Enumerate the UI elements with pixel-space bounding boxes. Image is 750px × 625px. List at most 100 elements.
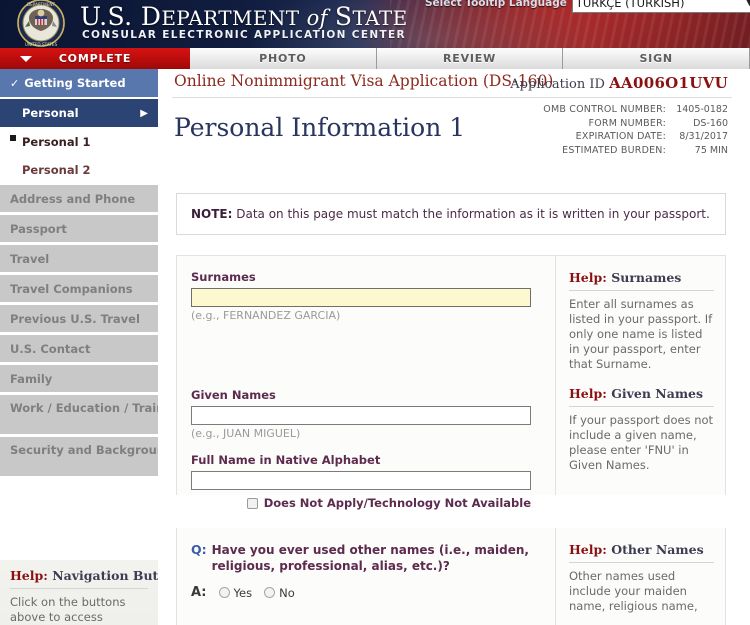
left-navigation-sidebar: ✓ Getting Started Personal ▶ Personal 1 … [0,69,158,625]
omb-control-number-value: 1405-0182 [666,103,728,117]
surnames-label: Surnames [191,270,541,284]
question-marker: Q: [191,542,207,574]
tab-photo[interactable]: PHOTO [190,48,377,69]
other-names-question-panel: Q: Have you ever used other names (i.e.,… [176,528,726,625]
question-row: Q: Have you ever used other names (i.e.,… [191,542,541,574]
sidebar-item-us-contact[interactable]: U.S. Contact [0,335,158,363]
sidebar-item-personal-1[interactable]: Personal 1 [0,129,158,155]
progress-tab-bar: COMPLETE PHOTO REVIEW SIGN [0,48,750,69]
chevron-down-icon: ▼ [746,0,750,8]
expiration-date-value: 8/31/2017 [666,130,728,144]
divider [10,588,148,589]
help-block-given-names: Help: Given Names If your passport does … [569,386,714,473]
sidebar-item-getting-started[interactable]: ✓ Getting Started [0,69,158,97]
help-other-names-body: Other names used include your maiden nam… [569,569,714,614]
help-surnames-heading-rest: Surnames [607,270,681,285]
sidebar-item-personal[interactable]: Personal ▶ [0,99,158,127]
language-selector-group: Select Tooltip Language TÜRKÇE (TURKISH)… [425,0,750,13]
other-names-question-group: Q: Have you ever used other names (i.e.,… [191,542,541,600]
sidebar-help-body: Click on the buttons above to access pre… [10,595,148,625]
metadata-row: OMB CONTROL NUMBER: 1405-0182 [543,103,728,117]
sidebar-item-passport[interactable]: Passport [0,215,158,243]
help-given-names-heading-rest: Given Names [607,386,703,401]
question-text: Have you ever used other names (i.e., ma… [212,542,541,574]
radio-no-label[interactable]: No [279,586,295,600]
sidebar-item-travel-companions-label: Travel Companions [10,282,133,296]
native-alphabet-input[interactable] [191,471,531,490]
sidebar-item-work-education-training[interactable]: Work / Education / Training [0,395,158,435]
estimated-burden-value: 75 MIN [666,144,728,158]
square-bullet-icon [10,135,16,141]
tab-sign[interactable]: SIGN [563,48,750,69]
ds160-application-page: DEPARTMENT UNITED STATES U.S. DEPARTMENT… [0,0,750,625]
help-word: Help: [10,568,48,583]
title-of: of [300,6,335,30]
department-subtitle: CONSULAR ELECTRONIC APPLICATION CENTER [82,29,406,41]
sidebar-item-previous-us-travel-label: Previous U.S. Travel [10,312,140,326]
divider [172,97,732,98]
tooltip-language-select[interactable]: TÜRKÇE (TURKISH) ▼ [572,0,750,13]
surnames-hint: (e.g., FERNANDEZ GARCIA) [191,309,541,322]
sidebar-item-passport-label: Passport [10,222,67,236]
form-number-label: FORM NUMBER: [589,117,666,131]
sidebar-item-us-contact-label: U.S. Contact [10,342,90,356]
tab-review-label: REVIEW [443,52,496,65]
help-word: Help: [569,542,607,557]
radio-yes-icon[interactable] [219,587,230,598]
help-word: Help: [569,386,607,401]
help-word: Help: [569,270,607,285]
sidebar-item-travel-companions[interactable]: Travel Companions [0,275,158,303]
sidebar-item-personal-2[interactable]: Personal 2 [0,157,158,183]
given-names-input[interactable] [191,406,531,425]
title-state-cap: S [335,2,353,31]
sidebar-item-personal-1-label: Personal 1 [22,135,91,149]
checkbox-icon[interactable] [247,498,258,509]
title-department-cap: D [141,2,161,31]
surnames-input[interactable] [191,288,531,307]
help-other-names-heading: Help: Other Names [569,542,714,557]
sidebar-item-getting-started-label: Getting Started [24,76,125,90]
name-fields-group: Surnames (e.g., FERNANDEZ GARCIA) Given … [191,270,541,510]
radio-no-icon[interactable] [264,587,275,598]
sidebar-item-family[interactable]: Family [0,365,158,393]
check-icon: ✓ [10,77,19,90]
help-block-surnames: Help: Surnames Enter all surnames as lis… [569,270,714,372]
svg-text:DEPARTMENT: DEPARTMENT [27,2,56,7]
sidebar-item-travel-label: Travel [10,252,49,266]
tab-complete-label: COMPLETE [59,52,131,65]
sidebar-item-personal-label: Personal [22,106,79,120]
given-names-hint: (e.g., JUAN MIGUEL) [191,427,541,440]
help-given-names-body: If your passport does not include a give… [569,413,714,473]
given-names-label: Given Names [191,388,541,402]
sidebar-item-security-and-background-label: Security and Background [10,443,173,457]
form-metadata: OMB CONTROL NUMBER: 1405-0182 FORM NUMBE… [543,103,728,157]
us-great-seal-icon: DEPARTMENT UNITED STATES [10,0,72,48]
metadata-row: FORM NUMBER: DS-160 [543,117,728,131]
tab-review[interactable]: REVIEW [377,48,564,69]
metadata-row: EXPIRATION DATE: 8/31/2017 [543,130,728,144]
note-text: NOTE: Data on this page must match the i… [191,207,710,221]
page-title: Personal Information 1 [174,113,465,142]
sidebar-item-security-and-background[interactable]: Security and Background [0,437,158,477]
omb-control-number-label: OMB CONTROL NUMBER: [543,103,666,117]
passport-match-note: NOTE: Data on this page must match the i… [176,193,726,235]
does-not-apply-row[interactable]: Does Not Apply/Technology Not Available [191,496,531,510]
divider [555,528,556,625]
tab-photo-label: PHOTO [259,52,306,65]
sidebar-item-travel[interactable]: Travel [0,245,158,273]
estimated-burden-label: ESTIMATED BURDEN: [562,144,666,158]
note-prefix: NOTE: [191,207,232,221]
sidebar-item-family-label: Family [10,372,52,386]
sidebar-item-address-and-phone[interactable]: Address and Phone [0,185,158,213]
sidebar-item-personal-2-label: Personal 2 [22,163,91,177]
form-name-heading: Online Nonimmigrant Visa Application (DS… [174,72,553,90]
form-number-value: DS-160 [666,117,728,131]
tab-complete[interactable]: COMPLETE [0,48,190,69]
sidebar-item-previous-us-travel[interactable]: Previous U.S. Travel [0,305,158,333]
divider [569,406,714,407]
language-selector-label: Select Tooltip Language [425,0,567,9]
help-sidebar-column: Help: Surnames Enter all surnames as lis… [569,270,714,487]
native-alphabet-label: Full Name in Native Alphabet [191,453,541,467]
radio-yes-label[interactable]: Yes [234,586,253,600]
tab-sign-label: SIGN [639,52,672,65]
